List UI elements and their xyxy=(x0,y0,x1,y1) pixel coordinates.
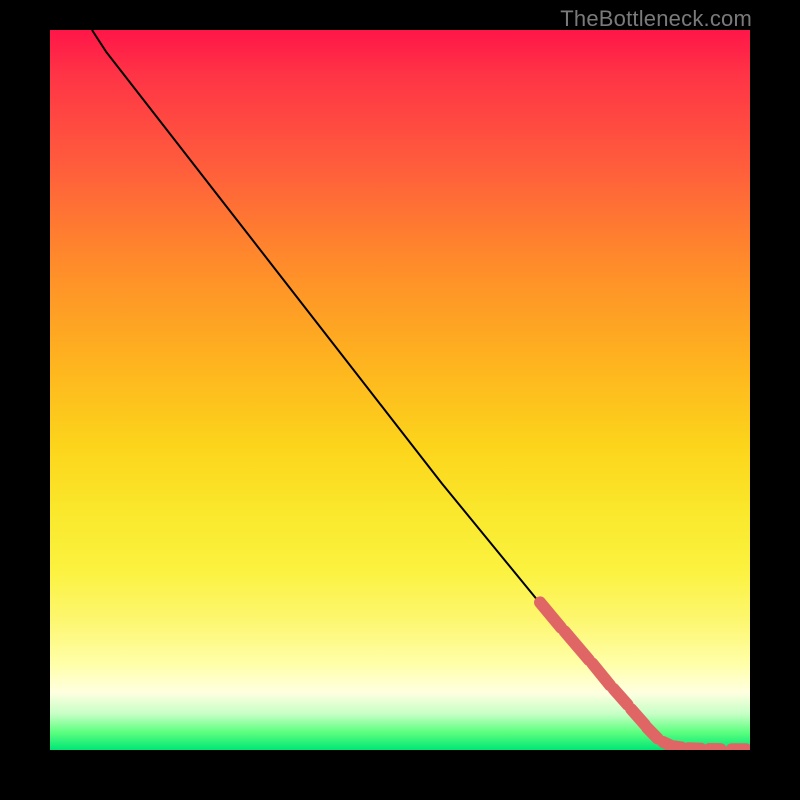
highlight-segment xyxy=(647,728,658,739)
highlight-segment xyxy=(540,602,561,627)
watermark-text: TheBottleneck.com xyxy=(560,6,752,32)
plot-area xyxy=(50,30,750,750)
highlight-segment xyxy=(614,689,628,705)
highlight-segment xyxy=(565,631,590,660)
highlight-segment xyxy=(674,746,681,747)
chart-svg xyxy=(50,30,750,750)
highlight-segment xyxy=(593,664,611,686)
chart-frame: TheBottleneck.com xyxy=(0,0,800,800)
main-curve xyxy=(92,30,750,749)
highlight-segment xyxy=(688,748,701,749)
highlight-segment xyxy=(631,709,645,725)
